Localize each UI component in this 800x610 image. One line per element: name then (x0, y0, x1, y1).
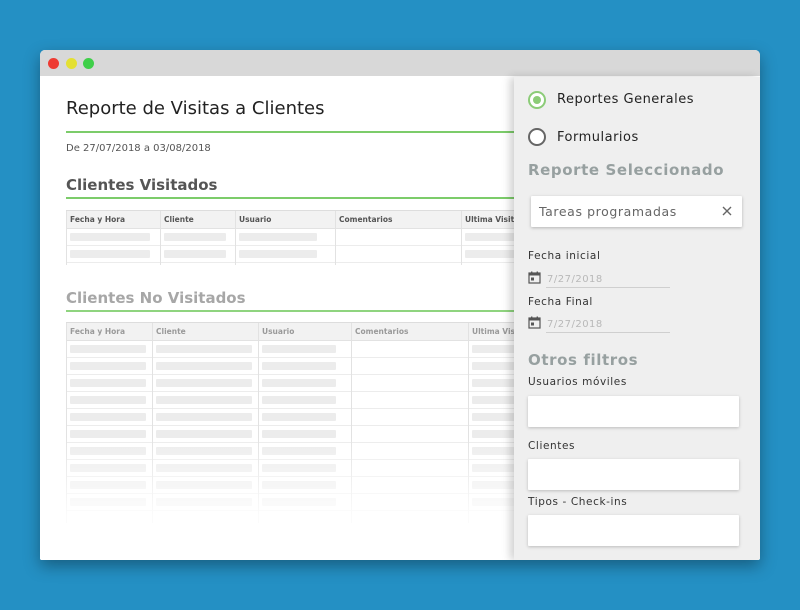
visited-clients-heading: Clientes Visitados (66, 176, 218, 194)
end-date-input[interactable]: 7/27/2018 (546, 317, 670, 333)
table-row (66, 229, 540, 246)
end-date-value: 7/27/2018 (547, 319, 603, 330)
column-header: Cliente (156, 327, 186, 336)
checkin-types-input[interactable] (528, 515, 739, 546)
other-filters-heading: Otros filtros (528, 351, 639, 369)
report-preview: Reporte de Visitas a Clientes De 27/07/2… (40, 76, 540, 560)
clients-label: Clientes (528, 440, 576, 452)
table-header: Fecha y Hora Cliente Usuario Comentarios… (66, 211, 540, 229)
column-header: Comentarios (339, 215, 393, 224)
not-visited-clients-heading: Clientes No Visitados (66, 289, 246, 307)
column-header: Fecha y Hora (70, 215, 126, 224)
report-title: Reporte de Visitas a Clientes (66, 98, 325, 119)
close-window-button[interactable] (48, 58, 59, 69)
report-date-range: De 27/07/2018 a 03/08/2018 (66, 143, 211, 154)
radio-reportes-generales[interactable] (528, 91, 546, 109)
column-header: Fecha y Hora (70, 327, 126, 336)
radio-label[interactable]: Formularios (557, 130, 639, 145)
maximize-window-button[interactable] (83, 58, 94, 69)
not-visited-divider (66, 310, 526, 312)
clients-input[interactable] (528, 459, 739, 490)
title-divider (66, 131, 526, 133)
column-header: Ultima Visita (465, 215, 520, 224)
radio-label[interactable]: Reportes Generales (557, 92, 694, 107)
radio-formularios[interactable] (528, 128, 546, 146)
minimize-window-button[interactable] (66, 58, 77, 69)
start-date-value: 7/27/2018 (547, 274, 603, 285)
window-titlebar (40, 50, 760, 76)
column-header: Usuario (239, 215, 272, 224)
app-window: Reporte de Visitas a Clientes De 27/07/2… (40, 50, 760, 560)
calendar-icon[interactable] (528, 316, 541, 329)
end-date-label: Fecha Final (528, 296, 593, 308)
checkin-types-label: Tipos - Check-ins (528, 496, 628, 508)
column-header: Usuario (262, 327, 295, 336)
column-header: Cliente (164, 215, 194, 224)
report-select-value: Tareas programadas (539, 204, 677, 219)
table-row (66, 246, 540, 263)
start-date-label: Fecha inicial (528, 250, 601, 262)
filters-panel: Reportes Generales Formularios Reporte S… (514, 77, 760, 560)
clear-icon[interactable] (720, 204, 734, 218)
start-date-input[interactable]: 7/27/2018 (546, 272, 670, 288)
visited-divider (66, 197, 526, 199)
mobile-users-label: Usuarios móviles (528, 376, 627, 388)
calendar-icon[interactable] (528, 271, 541, 284)
report-select[interactable]: Tareas programadas (531, 196, 742, 227)
visited-clients-table: Fecha y Hora Cliente Usuario Comentarios… (66, 210, 540, 265)
selected-report-heading: Reporte Seleccionado (528, 161, 725, 179)
column-header: Comentarios (355, 327, 409, 336)
mobile-users-input[interactable] (528, 396, 739, 427)
